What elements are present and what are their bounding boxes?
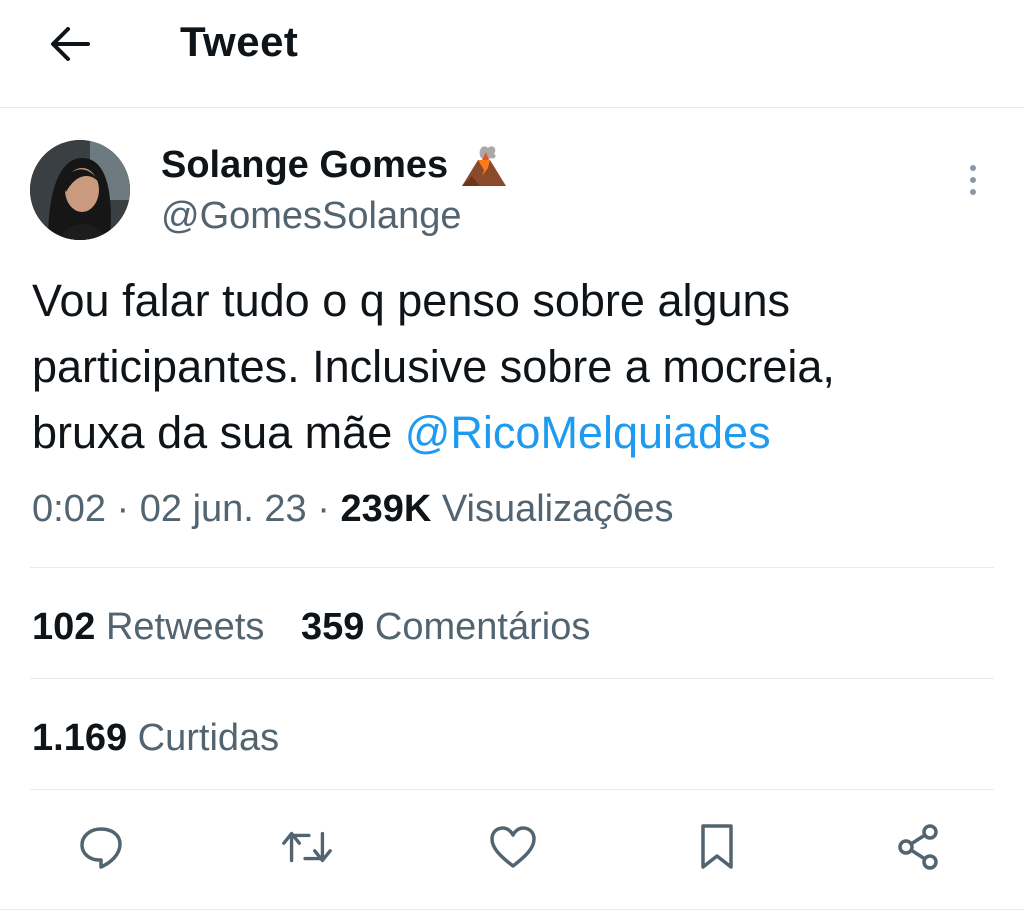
- retweets-count: 102: [32, 606, 96, 648]
- divider: [30, 678, 994, 679]
- page-title: Tweet: [180, 18, 299, 65]
- tweet-text-line: participantes. Inclusive sobre a mocreia…: [32, 341, 835, 392]
- share-icon: [898, 824, 938, 870]
- mention-link[interactable]: @RicoMelquiades: [405, 407, 771, 458]
- tweet-time: 0:02: [32, 488, 106, 530]
- retweets-stat[interactable]: 102 Retweets: [32, 606, 275, 648]
- avatar[interactable]: [30, 140, 130, 240]
- dot: [970, 177, 976, 183]
- reply-icon: [80, 827, 122, 869]
- comments-count: 359: [300, 606, 365, 648]
- likes-label: Curtidas: [137, 717, 280, 759]
- retweets-label: Retweets: [105, 606, 265, 648]
- reply-button[interactable]: [74, 820, 128, 874]
- tweet-text-line: Vou falar tudo o q penso sobre alguns: [32, 275, 791, 326]
- tweet-text-line: bruxa da sua mãe @RicoMelquiades: [32, 400, 1012, 466]
- retweet-button[interactable]: [280, 820, 334, 874]
- likes-stat[interactable]: 1.169 Curtidas: [32, 717, 279, 759]
- comments-stat[interactable]: 359 Comentários: [301, 606, 590, 648]
- likes-row: 1.169 Curtidas: [32, 717, 279, 760]
- share-button[interactable]: [892, 820, 946, 874]
- divider: [30, 567, 994, 568]
- likes-count: 1.169: [32, 717, 128, 759]
- bookmark-icon: [701, 824, 733, 869]
- author-name: Solange Gomes: [161, 143, 449, 186]
- dot: [970, 165, 976, 171]
- volcano-icon: [458, 142, 510, 188]
- dot: [970, 189, 976, 195]
- author-handle[interactable]: @GomesSolange: [161, 195, 462, 238]
- views-label: Visualizações: [441, 488, 674, 530]
- action-bar: [0, 790, 1024, 910]
- back-button[interactable]: [44, 20, 96, 68]
- views-count: 239K: [340, 488, 432, 530]
- bookmark-button[interactable]: [690, 820, 744, 874]
- retweet-icon: [282, 831, 332, 863]
- meta-separator: ·: [105, 488, 140, 530]
- engagement-stats: 102 Retweets 359 Comentários: [32, 606, 590, 649]
- arrow-left-icon: [51, 27, 90, 61]
- top-bar: Tweet: [0, 0, 1024, 108]
- more-options-button[interactable]: [958, 158, 988, 202]
- tweet-text: Vou falar tudo o q penso sobre alguns pa…: [32, 268, 1012, 466]
- tweet-meta: 0:02 · 02 jun. 23 · 239K Visualizações: [32, 488, 674, 531]
- avatar-photo: [30, 140, 130, 240]
- meta-separator: ·: [306, 488, 341, 530]
- tweet-date: 02 jun. 23: [139, 488, 307, 530]
- comments-label: Comentários: [374, 606, 591, 648]
- like-button[interactable]: [486, 820, 540, 874]
- like-icon: [490, 826, 536, 868]
- author-name-row[interactable]: Solange Gomes: [161, 142, 510, 188]
- tweet-text-segment: bruxa da sua mãe: [32, 407, 405, 458]
